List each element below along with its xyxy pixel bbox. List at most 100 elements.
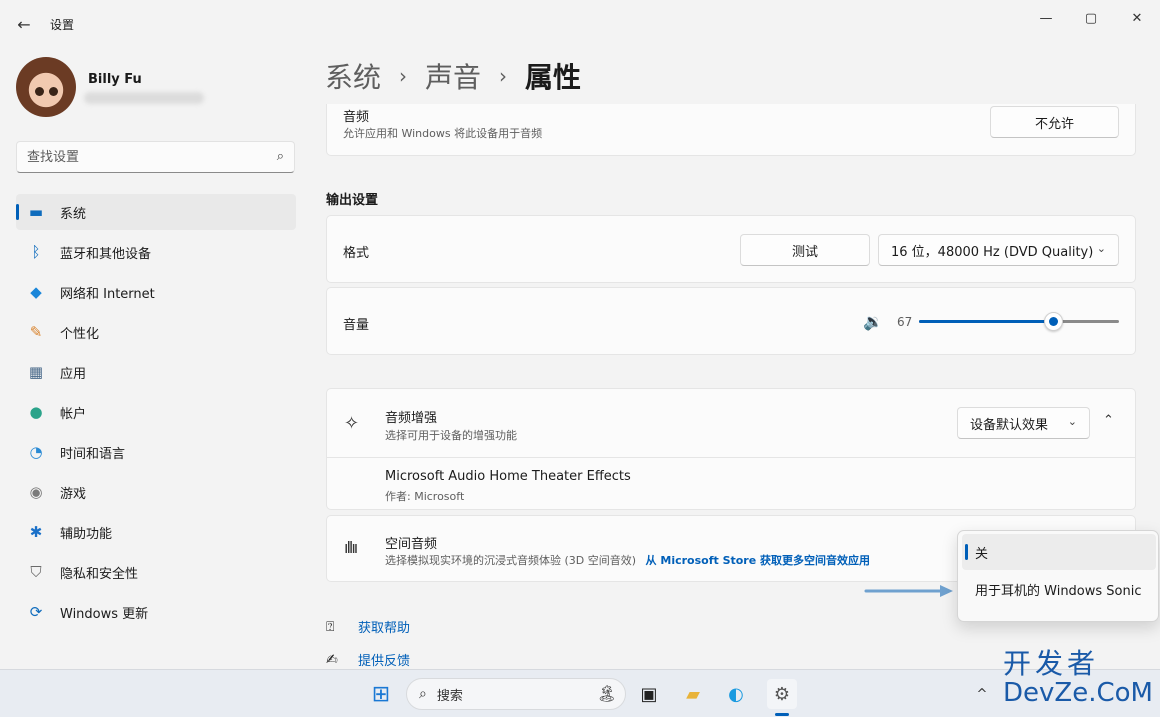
title-bar: ← 设置 — ▢ ✕ [0,0,1160,46]
store-link[interactable]: 从 Microsoft Store 获取更多空间音效应用 [646,554,870,567]
sidebar-item-4[interactable]: ▦ 应用 [16,354,296,390]
file-explorer-icon[interactable]: ▰ [678,679,708,709]
enhancement-subtitle: 选择可用于设备的增强功能 [385,429,517,442]
sidebar-item-3[interactable]: ✎ 个性化 [16,314,296,350]
collapse-chevron-up-icon[interactable]: ⌃ [1103,413,1114,428]
profile-email-blurred [84,92,204,104]
breadcrumb-separator-icon: › [499,64,508,88]
back-arrow-icon: ← [17,14,31,34]
avatar[interactable] [16,57,76,117]
menu-item-windows-sonic[interactable]: 用于耳机的 Windows Sonic [962,571,1156,607]
sidebar-item-2[interactable]: ◆ 网络和 Internet [16,274,296,310]
sidebar-nav-icon: ◉ [29,483,43,501]
spatial-subtitle-text: 选择模拟现实环境的沉浸式音频体验 (3D 空间音效) [385,554,637,567]
breadcrumb-item-system[interactable]: 系统 [325,56,381,96]
get-help-link[interactable]: ⍰ 获取帮助 [326,617,411,637]
avatar-eye-icon [49,87,58,96]
tray-chevron-up-icon[interactable]: ^ [967,679,997,709]
minimize-icon: — [1039,10,1053,26]
sidebar-item-10[interactable]: ⟳ Windows 更新 [16,594,296,630]
page-title: 属性 [525,61,582,94]
audio-card-subtitle: 允许应用和 Windows 将此设备用于音频 [343,127,543,140]
audio-allow-card: 音频 允许应用和 Windows 将此设备用于音频 不允许 [326,104,1136,156]
maximize-button[interactable]: ▢ [1076,8,1106,28]
sidebar-item-label: 系统 [60,206,87,222]
profile-name: Billy Fu [88,72,142,87]
search-icon: ⌕ [419,686,427,702]
format-card: 格式 测试 16 位，48000 Hz (DVD Quality) ⌄ [326,215,1136,283]
format-selected-value: 16 位，48000 Hz (DVD Quality) [891,244,1094,260]
search-input[interactable] [17,142,257,172]
annotation-arrow-icon [864,585,953,597]
task-view-icon[interactable]: ▣ [634,679,664,709]
get-help-label: 获取帮助 [358,621,411,636]
sidebar-item-label: 应用 [60,366,87,382]
sidebar-item-label: 游戏 [60,486,87,502]
sidebar-nav-icon: ᛒ [31,243,41,261]
audio-enhancement-card: ✧ 音频增强 选择可用于设备的增强功能 设备默认效果 ⌄ ⌃ Microsoft… [326,388,1136,510]
feedback-label: 提供反馈 [358,654,411,669]
sidebar-item-label: 网络和 Internet [60,286,155,302]
divider [327,457,1135,458]
volume-slider-thumb[interactable] [1044,312,1063,331]
back-button[interactable]: ← [12,12,36,36]
sidebar-item-label: 隐私和安全性 [60,566,139,582]
menu-item-off[interactable]: 关 [962,534,1156,570]
sidebar-item-6[interactable]: ◔ 时间和语言 [16,434,296,470]
speaker-icon[interactable]: 🔉 [863,312,883,331]
search-box[interactable]: ⌕ [16,141,295,173]
edge-browser-icon[interactable]: ◐ [721,679,751,709]
sidebar-item-7[interactable]: ◉ 游戏 [16,474,296,510]
close-icon: ✕ [1131,10,1143,26]
sidebar-item-9[interactable]: ⛉ 隐私和安全性 [16,554,296,590]
volume-slider-fill [919,320,1053,323]
feedback-link[interactable]: ✍ 提供反馈 [326,650,411,670]
enhancement-dropdown[interactable]: 设备默认效果 ⌄ [957,407,1090,439]
sidebar-item-5[interactable]: ● 帐户 [16,394,296,430]
sidebar-nav-icon: ◆ [30,283,42,301]
sidebar-item-1[interactable]: ᛒ 蓝牙和其他设备 [16,234,296,270]
watermark-domain: DevZe.CoM [1003,678,1153,708]
sidebar-item-label: 辅助功能 [60,526,113,542]
start-icon[interactable]: ⊞ [366,679,396,709]
settings-gear-icon[interactable]: ⚙ [767,679,797,709]
enhancement-title: 音频增强 [385,411,438,426]
volume-slider[interactable] [919,312,1119,331]
taskbar-search[interactable]: ⌕ 搜索 🏝 [406,678,626,710]
audio-card-title: 音频 [343,110,370,125]
close-button[interactable]: ✕ [1122,8,1152,28]
disallow-button[interactable]: 不允许 [990,106,1119,138]
taskbar: ⊞ ⌕ 搜索 🏝 ▣ ▰ ◐ ⚙ ^ [0,669,1160,717]
sidebar-nav-icon: ▬ [28,203,44,221]
format-dropdown[interactable]: 16 位，48000 Hz (DVD Quality) ⌄ [878,234,1119,266]
format-label: 格式 [343,246,370,261]
breadcrumb-item-sound[interactable]: 声音 [425,56,481,96]
volume-label: 音量 [343,318,370,333]
app-title: 设置 [50,18,75,32]
volume-value: 67 [897,315,913,329]
minimize-button[interactable]: — [1031,8,1061,28]
test-button[interactable]: 测试 [740,234,870,266]
sidebar-nav: ▬ 系统 ᛒ 蓝牙和其他设备 ◆ 网络和 Internet ✎ 个性化 ▦ 应用 ● 帐户 ◔ 时间和语言… [16,194,296,634]
breadcrumb: 系统 › 声音 › 属性 [325,56,581,96]
sidebar-nav-icon: ✱ [29,523,43,541]
sidebar-nav-icon: ⛉ [30,563,42,581]
spatial-audio-dropdown-menu: 关 用于耳机的 Windows Sonic [957,530,1159,622]
search-icon[interactable]: ⌕ [277,149,284,164]
active-app-indicator [775,713,789,716]
taskbar-search-label: 搜索 [436,688,463,704]
breadcrumb-separator-icon: › [399,64,408,88]
sidebar-nav-icon: ● [29,403,43,421]
spatial-title: 空间音频 [385,537,438,552]
effect-author: 作者: Microsoft [385,490,465,503]
sidebar-nav-icon: ◔ [29,443,43,461]
chevron-down-icon: ⌄ [1096,242,1106,255]
sidebar-item-8[interactable]: ✱ 辅助功能 [16,514,296,550]
feedback-icon: ✍ [326,651,338,668]
sidebar-item-0[interactable]: ▬ 系统 [16,194,296,230]
output-settings-header: 输出设置 [326,193,379,208]
spatial-subtitle: 选择模拟现实环境的沉浸式音频体验 (3D 空间音效) 从 Microsoft S… [385,552,870,568]
sidebar-nav-icon: ✎ [29,323,43,341]
maximize-icon: ▢ [1084,10,1098,26]
sidebar-item-label: 蓝牙和其他设备 [60,246,152,262]
